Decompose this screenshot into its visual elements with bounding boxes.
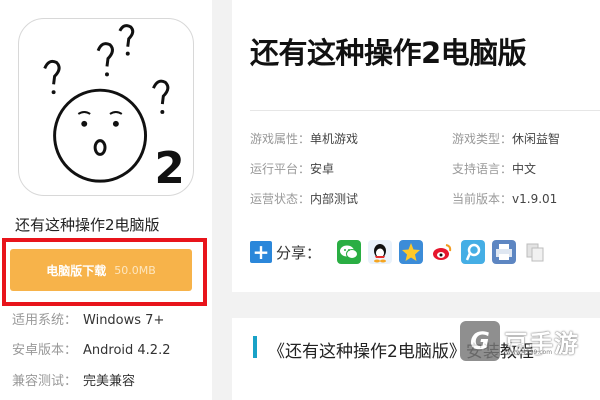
attr-platform: 运行平台：安卓 (250, 160, 334, 177)
spec-os: 适用系统： Windows 7+ (12, 309, 164, 328)
app-name: 还有这种操作2电脑版 (15, 216, 160, 234)
attr-key: 游戏属性： (250, 132, 311, 146)
attr-key: 当前版本： (452, 192, 513, 206)
attr-key: 运营状态： (250, 192, 311, 206)
app-icon[interactable]: 2 (18, 18, 194, 196)
confused-face-icon: 2 (43, 24, 185, 194)
attr-value: 休闲益智 (512, 132, 561, 146)
attr-value: 内部测试 (310, 192, 359, 206)
watermark-logo: G (460, 321, 500, 361)
attr-value: 安卓 (310, 162, 335, 176)
attr-value: 单机游戏 (310, 132, 359, 146)
tencent-weibo-icon[interactable] (461, 240, 486, 264)
share-bar: + 分享： (250, 237, 554, 267)
copy-icon[interactable] (523, 240, 548, 264)
attr-type: 游戏类型：休闲益智 (452, 130, 560, 147)
share-label: 分享： (276, 243, 322, 262)
download-label: 电脑版下载 (46, 263, 107, 278)
attr-key: 支持语言： (452, 162, 513, 176)
weibo-icon[interactable] (430, 240, 455, 264)
title-divider (250, 110, 600, 111)
site-watermark: G 豆手游 www.4399.com (460, 320, 592, 362)
attr-value: 中文 (512, 162, 537, 176)
attr-attribute: 游戏属性：单机游戏 (250, 130, 358, 147)
attr-key: 运行平台： (250, 162, 311, 176)
print-icon[interactable] (492, 240, 517, 264)
qzone-icon[interactable] (399, 240, 424, 264)
spec-key: 兼容测试： (12, 374, 78, 389)
watermark-url: www.4399.com (506, 349, 553, 356)
attr-language: 支持语言：中文 (452, 160, 536, 177)
spec-compat: 兼容测试： 完美兼容 (12, 370, 135, 389)
share-plus-icon[interactable]: + (250, 240, 272, 264)
spec-key: 安卓版本： (12, 343, 78, 358)
qq-icon[interactable] (368, 240, 393, 264)
page-title: 还有这种操作2电脑版 (250, 36, 527, 70)
attr-value: v1.9.01 (512, 192, 558, 206)
spec-android: 安卓版本： Android 4.2.2 (12, 339, 171, 358)
spec-value: Windows 7+ (83, 313, 165, 328)
app-icon-digit: 2 (154, 144, 184, 194)
download-button[interactable]: 电脑版下载 50.0MB (10, 249, 192, 291)
attr-version: 当前版本：v1.9.01 (452, 190, 557, 207)
wechat-icon[interactable] (337, 240, 362, 264)
tutorial-accent-bar (253, 336, 257, 358)
attr-key: 游戏类型： (452, 132, 513, 146)
spec-value: 完美兼容 (83, 374, 136, 389)
spec-key: 适用系统： (12, 313, 78, 328)
spec-value: Android 4.2.2 (83, 343, 171, 358)
download-size: 50.0MB (114, 263, 156, 277)
attr-status: 运营状态：内部测试 (250, 190, 358, 207)
